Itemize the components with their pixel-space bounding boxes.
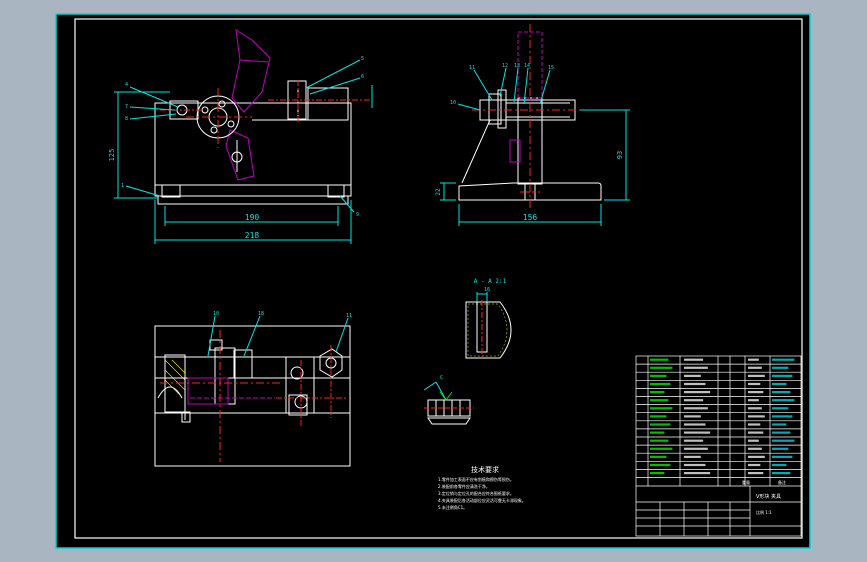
balloon: 10 (213, 311, 219, 317)
bom-cell-mark (772, 399, 795, 402)
tech-note: 4.夹具装配后各活动部位应灵活可靠无卡滞现象。 (438, 497, 526, 503)
balloon: 13 (514, 63, 520, 69)
dim-front-height: 125 (108, 149, 116, 162)
balloon: 8 (125, 116, 128, 122)
bom-cell-mark (684, 382, 706, 386)
bom-cell-mark (748, 415, 765, 418)
dim-side-base-width: 156 (523, 213, 538, 222)
bom-cell-mark (650, 366, 673, 369)
bom-cell-mark (650, 447, 673, 450)
bom-cell-mark (772, 455, 793, 458)
bom-cell-mark (772, 366, 789, 369)
detail-label: A - A 2:1 (474, 278, 507, 285)
dim-side-base-height: 22 (435, 188, 442, 196)
bom-cell-mark (748, 399, 759, 402)
bom-cell-mark (684, 391, 711, 394)
balloon: 15 (548, 65, 554, 71)
balloon: 7 (125, 104, 128, 110)
tech-note: 2.装配前各零件应清洗干净。 (438, 483, 490, 489)
title-block-weight: 重量 (742, 479, 750, 485)
bom-cell-mark (772, 407, 789, 410)
bom-cell-mark (772, 431, 791, 434)
balloon: 10 (450, 100, 456, 106)
bom-cell-mark (748, 431, 764, 434)
dim-front-outer-width: 218 (245, 231, 260, 240)
balloon: 11 (469, 65, 475, 71)
dim-detail: 16 (484, 287, 490, 293)
bom-cell-mark (772, 447, 789, 450)
balloon: 5 (361, 56, 364, 62)
bom-cell-mark (772, 423, 787, 426)
bom-cell-mark (650, 382, 671, 386)
bom-cell-mark (748, 439, 759, 442)
tech-title: 技术要求 (471, 465, 499, 474)
bom-cell-mark (650, 472, 665, 475)
title-block-remark: 备注 (778, 479, 786, 485)
bom-cell-mark (684, 374, 701, 377)
title-block-name: V形块 夹具 (756, 493, 781, 500)
bom-cell-mark (748, 391, 764, 394)
bom-cell-mark (772, 463, 787, 467)
bom-cell-mark (772, 358, 795, 361)
cad-drawing-canvas: 190 218 125 4 7 8 1 5 6 9 156 93 22 11 1… (55, 13, 811, 549)
bom-cell-mark (684, 407, 708, 410)
bom-cell-mark (650, 423, 671, 426)
balloon: C (440, 375, 443, 381)
bom-cell-mark (650, 358, 669, 361)
bom-cell-mark (650, 415, 667, 418)
bom-cell-mark (684, 431, 711, 434)
bom-cell-mark (772, 382, 787, 386)
bom-cell-mark (772, 439, 795, 442)
balloon: 11 (346, 313, 352, 319)
bom-cell-mark (748, 366, 762, 369)
bom-cell-mark (748, 472, 764, 475)
bom-cell-mark (684, 399, 704, 402)
title-block-scale: 比例 1:1 (756, 509, 772, 515)
tech-note: 1.零件加工表面不应有划痕和擦伤等损伤。 (438, 476, 514, 482)
bom-cell-mark (748, 455, 765, 458)
bom-cell-mark (684, 439, 704, 442)
bom-cell-mark (684, 358, 704, 361)
bom-cell-mark (772, 472, 791, 475)
bom-cell-mark (748, 407, 762, 410)
bom-cell-mark (772, 391, 791, 394)
bom-cell-mark (650, 374, 667, 377)
bom-cell-mark (748, 463, 761, 467)
bom-cell-mark (684, 447, 708, 450)
balloon: 12 (502, 63, 508, 69)
bom-cell-mark (650, 439, 669, 442)
bom-cell-mark (684, 472, 711, 475)
bom-cell-mark (684, 423, 706, 426)
balloon: 9 (356, 212, 359, 218)
bom-cell-mark (684, 415, 701, 418)
bom-cell-mark (684, 463, 706, 467)
bom-cell-mark (772, 374, 793, 377)
bom-cell-mark (650, 463, 671, 467)
bom-cell-mark (684, 366, 708, 369)
bom-cell-mark (748, 374, 765, 377)
bom-cell-mark (684, 455, 701, 458)
bom-cell-mark (650, 431, 665, 434)
dim-side-height: 93 (616, 151, 624, 159)
bom-cell-mark (748, 382, 761, 386)
balloon: 4 (125, 82, 128, 88)
balloon: 18 (258, 311, 264, 317)
balloon: 6 (361, 74, 364, 80)
bom-cell-mark (748, 358, 759, 361)
tech-note: 3.定位销与定位孔的配合应符合图纸要求。 (438, 490, 514, 496)
dim-front-inner-width: 190 (245, 213, 260, 222)
bom-cell-mark (772, 415, 793, 418)
balloon: 1 (121, 183, 124, 189)
bom-cell-mark (650, 399, 669, 402)
balloon: 14 (524, 63, 530, 69)
bom-cell-mark (748, 447, 762, 450)
bom-cell-mark (650, 407, 673, 410)
tech-note: 5.未注倒角C1。 (438, 504, 467, 510)
drawing-sheet (55, 13, 811, 549)
bom-cell-mark (748, 423, 761, 426)
bom-cell-mark (650, 391, 665, 394)
bom-cell-mark (650, 455, 667, 458)
